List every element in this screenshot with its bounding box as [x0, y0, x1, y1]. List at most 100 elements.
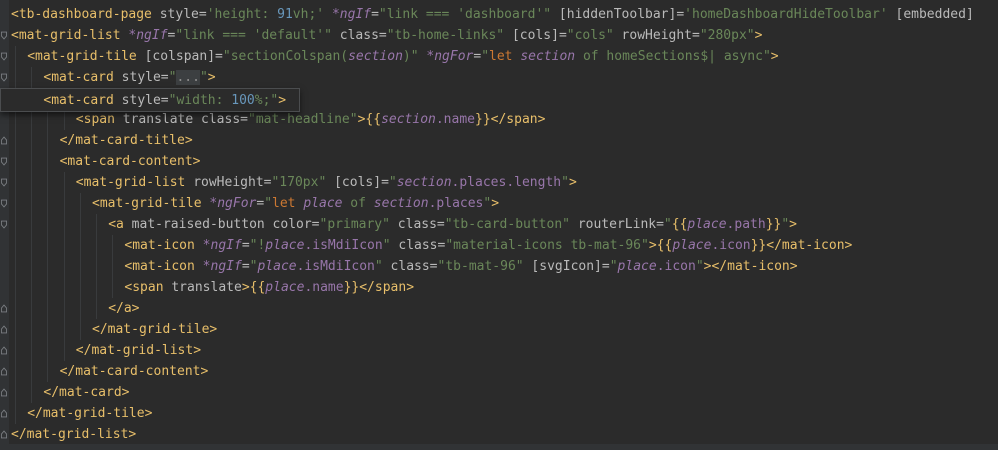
code-token: > [278, 93, 287, 108]
code-line[interactable]: </mat-grid-list> [76, 340, 201, 361]
code-line[interactable]: <mat-card-content> [60, 151, 201, 172]
code-line[interactable]: <span translate class="mat-headline">{{s… [76, 109, 546, 130]
code-token: {{ [671, 217, 688, 232]
code-token: vh;' [292, 7, 325, 22]
code-line[interactable]: </mat-grid-tile> [92, 319, 217, 340]
code-token: 'homeDashboardHideToolbar' [684, 7, 888, 22]
fold-marker-icon[interactable] [1, 151, 7, 172]
code-token: routerLink= [570, 217, 664, 232]
code-line[interactable]: </mat-grid-tile> [27, 403, 152, 424]
code-line[interactable]: <mat-grid-tile [colspan]="sectionColspan… [27, 46, 778, 67]
code-token: section [348, 49, 403, 64]
code-token: <mat-card [43, 70, 122, 85]
code-line[interactable]: <tb-dashboard-page style='height: 91vh;'… [11, 4, 974, 25]
code-token: let [272, 196, 304, 211]
fold-marker-icon[interactable] [1, 46, 7, 67]
code-token: *ngIf [202, 238, 242, 253]
code-line[interactable]: </a> [108, 298, 139, 319]
code-token: rowHeight= [613, 28, 700, 43]
code-token: 'dashboard' [457, 7, 544, 22]
code-token: [svgIcon] [523, 259, 602, 274]
fold-marker-icon[interactable] [1, 298, 7, 319]
indent-guide [96, 214, 97, 319]
fold-marker-icon[interactable] [1, 340, 7, 361]
code-token: > [491, 196, 500, 211]
code-token: </a> [108, 301, 140, 316]
editor-horizontal-scrollbar[interactable] [0, 444, 998, 450]
code-editor[interactable]: <tb-dashboard-page style='height: 91vh;'… [0, 0, 998, 450]
fold-marker-icon[interactable] [1, 67, 7, 88]
code-token: " [199, 70, 208, 85]
code-line[interactable]: </mat-card-title> [60, 130, 193, 151]
fold-marker-icon[interactable] [1, 382, 7, 403]
code-token: > [241, 280, 250, 295]
fold-marker-icon[interactable] [1, 130, 7, 151]
code-token: <mat-icon [124, 238, 203, 253]
code-token: = [241, 259, 250, 274]
code-token: > [789, 217, 797, 232]
code-token: </mat-icon> [766, 238, 853, 253]
code-token: <mat-card-content> [59, 154, 201, 169]
indent-guide [63, 109, 65, 130]
code-token: "170px" [271, 175, 327, 190]
code-token: .places [428, 196, 484, 211]
code-token: class= [389, 217, 445, 232]
fold-marker-icon[interactable] [1, 25, 7, 46]
code-token: *ngIf [128, 28, 168, 43]
code-token: </mat-grid-tile> [92, 322, 218, 337]
code-line[interactable]: </mat-card> [43, 382, 129, 403]
code-line[interactable]: <mat-icon *ngIf="!place.isMdiIcon" class… [124, 235, 852, 256]
fold-marker-icon[interactable] [1, 361, 7, 382]
code-token: "mat-headline" [248, 112, 358, 127]
code-line[interactable]: <span translate>{{place.name}}</span> [124, 277, 414, 298]
code-line[interactable]: <mat-grid-list rowHeight="170px" [cols]=… [76, 172, 577, 193]
code-token: " [374, 259, 383, 274]
code-token: of [342, 196, 374, 211]
fold-marker-icon[interactable] [1, 319, 7, 340]
code-line[interactable]: <mat-grid-list *ngIf = "link === 'default'… [11, 25, 762, 46]
code-token: = [381, 175, 389, 190]
code-token: place [617, 259, 657, 274]
code-token: " [388, 175, 397, 190]
code-line[interactable]: <mat-icon *ngIf="place.isMdiIcon" class=… [124, 256, 797, 277]
code-token: " [481, 49, 490, 64]
code-token: = [473, 49, 482, 64]
code-token: .isMdiIcon [304, 238, 383, 253]
code-token: place [265, 280, 305, 295]
fold-marker-icon[interactable] [1, 424, 7, 445]
code-token: section [381, 112, 436, 127]
code-token: "sectionColspan( [222, 49, 349, 64]
code-token: *ngFor [426, 49, 474, 64]
code-token: let [489, 49, 521, 64]
code-token: [colspan] [144, 49, 216, 64]
code-token: </mat-grid-list> [11, 427, 137, 442]
code-token: 'default' [253, 28, 325, 43]
code-token: {{ [656, 238, 673, 253]
code-line[interactable]: </mat-card-content> [60, 361, 209, 382]
code-token: translate [171, 280, 242, 295]
code-token: </mat-card-content> [59, 364, 209, 379]
fold-marker-icon[interactable] [1, 172, 7, 193]
code-token: ... [176, 70, 200, 85]
code-token: > [770, 49, 779, 64]
code-token: class= [331, 28, 387, 43]
code-token: </mat-grid-tile> [27, 406, 153, 421]
code-line[interactable]: <mat-grid-tile *ngFor="let place of sect… [92, 193, 499, 214]
code-token: *ngIf [331, 7, 372, 22]
code-token: .name [435, 112, 475, 127]
code-token: = [601, 259, 610, 274]
code-line[interactable]: </mat-grid-list> [11, 424, 136, 445]
fold-marker-icon[interactable] [1, 403, 7, 424]
code-token: section [396, 175, 452, 190]
code-token: .isMdiIcon [296, 259, 375, 274]
code-token: </span> [359, 280, 415, 295]
fold-marker-icon[interactable] [1, 193, 7, 214]
code-token: " [324, 28, 332, 43]
code-token: )" [402, 49, 419, 64]
code-line[interactable]: <a mat-raised-button color="primary" cla… [108, 214, 797, 235]
code-token: place [265, 238, 305, 253]
code-token: " [382, 238, 391, 253]
fold-marker-icon[interactable] [1, 214, 7, 235]
code-line[interactable]: <mat-card style="..."> [43, 67, 216, 88]
code-token: place [687, 217, 727, 232]
